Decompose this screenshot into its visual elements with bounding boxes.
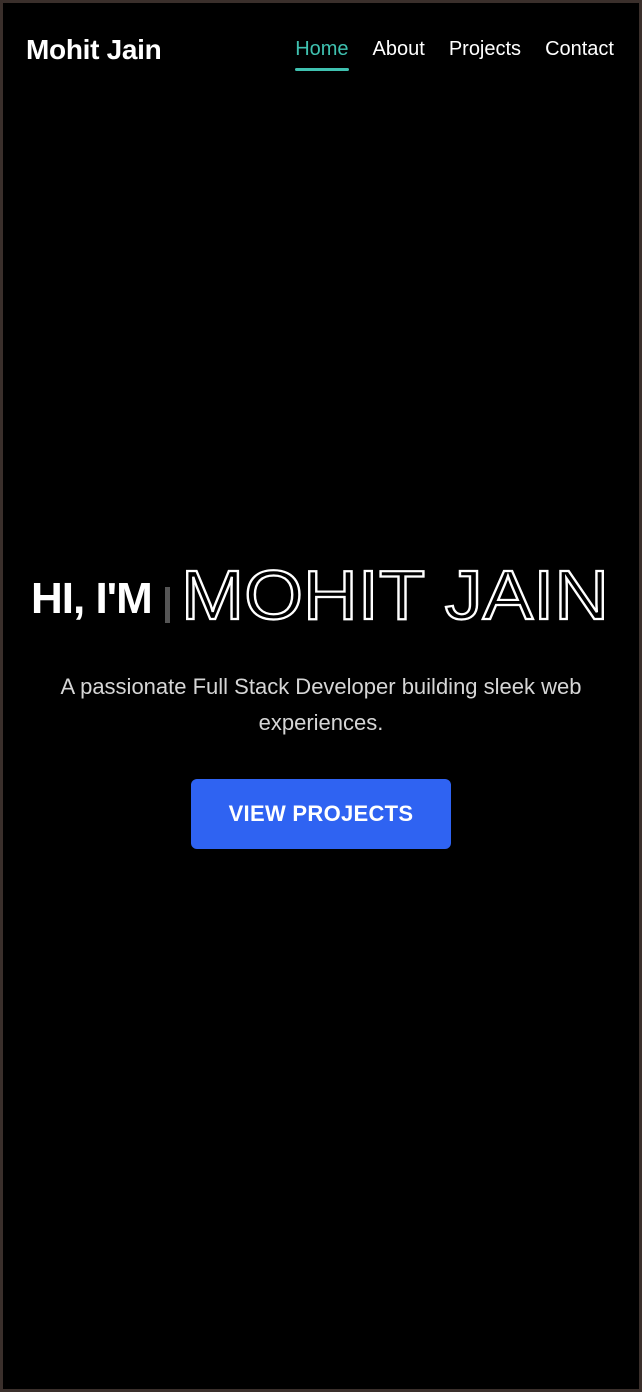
- page: Mohit Jain Home About Projects Contact H…: [3, 3, 639, 1389]
- hero-name-text: MOHIT JAIN: [181, 556, 609, 633]
- nav-link-contact[interactable]: Contact: [545, 33, 614, 69]
- hero-name: MOHIT JAIN: [181, 555, 610, 633]
- nav-links: Home About Projects Contact: [271, 33, 614, 71]
- hero-headline: HI, I'M MOHIT JAIN: [3, 543, 639, 633]
- nav-link-projects[interactable]: Projects: [449, 33, 521, 69]
- hero-subtitle: A passionate Full Stack Developer buildi…: [60, 674, 582, 735]
- navbar: Mohit Jain Home About Projects Contact: [3, 3, 639, 103]
- hero-section: HI, I'M MOHIT JAIN A passionate Full Sta…: [3, 543, 639, 849]
- nav-link-home[interactable]: Home: [295, 33, 349, 71]
- typing-cursor: [165, 587, 170, 623]
- hero-greeting: HI, I'M: [31, 574, 153, 623]
- view-projects-button[interactable]: VIEW PROJECTS: [191, 779, 451, 849]
- nav-link-about[interactable]: About: [373, 33, 425, 69]
- brand-logo[interactable]: Mohit Jain: [26, 31, 162, 69]
